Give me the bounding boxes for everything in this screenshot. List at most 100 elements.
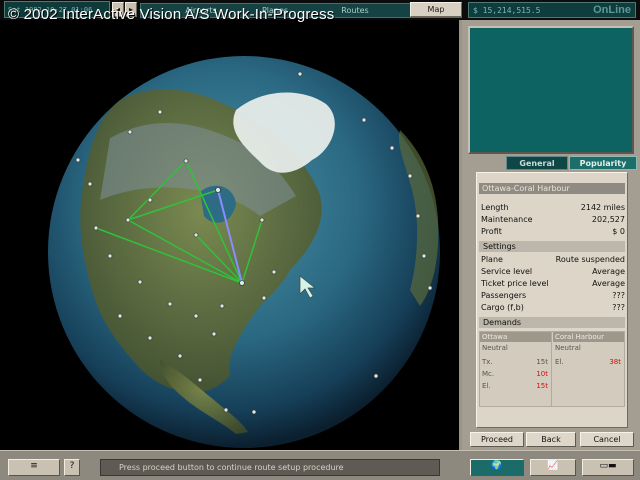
- setting-value: ???: [612, 303, 625, 312]
- chart-icon: 📈: [547, 461, 559, 471]
- help-button[interactable]: ?: [64, 459, 80, 476]
- stat-row: Profit $ 0: [481, 227, 625, 238]
- status-message: Press proceed button to continue route s…: [100, 459, 440, 476]
- demands-header: Demands: [479, 317, 625, 328]
- demand-value: 15t: [536, 382, 548, 390]
- demand-label: El.: [555, 358, 564, 366]
- airport-marker: [197, 377, 203, 383]
- demand-row: Mc. 10t: [482, 370, 548, 378]
- tab-map[interactable]: Map: [410, 2, 462, 17]
- route-panel: General Popularity Ottawa-Coral Harbour …: [462, 20, 640, 450]
- airport-marker: [259, 217, 265, 223]
- setting-row[interactable]: Service level Average: [481, 267, 625, 278]
- map-view-button[interactable]: 🌍: [470, 459, 524, 476]
- airport-marker: [147, 197, 153, 203]
- route-title: Ottawa-Coral Harbour: [479, 183, 625, 194]
- airport-marker: [87, 181, 93, 187]
- settings-header: Settings: [479, 241, 625, 252]
- airport-marker: [193, 232, 199, 238]
- demand-city: Ottawa: [480, 332, 551, 342]
- route-preview: [468, 26, 634, 154]
- airport-marker: [415, 213, 421, 219]
- demand-value: 38t: [609, 358, 621, 366]
- airport-marker: [251, 409, 257, 415]
- cash-display: $ 15,214,515.5 OnLine: [468, 2, 636, 18]
- stat-label: Length: [481, 203, 509, 212]
- plane-list-icon: ▭▬: [599, 461, 617, 471]
- demand-row: Tx. 15t: [482, 358, 548, 366]
- stat-row: Maintenance 202,527: [481, 215, 625, 226]
- setting-label: Ticket price level: [481, 279, 549, 288]
- demand-value: 10t: [536, 370, 548, 378]
- setting-value[interactable]: Route suspended: [556, 255, 625, 264]
- tab-popularity[interactable]: Popularity: [569, 156, 637, 170]
- stat-value: 202,527: [591, 215, 625, 224]
- airport-marker: [361, 117, 367, 123]
- airport-ottawa: [239, 280, 245, 286]
- airport-marker: [261, 295, 267, 301]
- airport-marker: [183, 158, 189, 164]
- airport-marker: [147, 335, 153, 341]
- airport-marker: [297, 71, 303, 77]
- stat-row: Length 2142 miles: [481, 203, 625, 214]
- demand-label: Tx.: [482, 358, 493, 366]
- demand-city: Coral Harbour: [553, 332, 624, 342]
- setting-label: Cargo (f,b): [481, 303, 524, 312]
- airport-marker: [117, 313, 123, 319]
- setting-row: Passengers ???: [481, 291, 625, 302]
- route-info-card: Ottawa-Coral Harbour Length 2142 miles M…: [476, 172, 628, 428]
- globe-canvas[interactable]: [0, 20, 462, 450]
- setting-label: Plane: [481, 255, 503, 264]
- airport-marker: [193, 313, 199, 319]
- airport-marker: [271, 269, 277, 275]
- demand-label: El.: [482, 382, 491, 390]
- setting-row[interactable]: Ticket price level Average: [481, 279, 625, 290]
- stat-label: Profit: [481, 227, 502, 236]
- stat-value: 2142 miles: [580, 203, 625, 212]
- airport-marker: [407, 173, 413, 179]
- globe-map[interactable]: 🗺 − +: [0, 20, 462, 450]
- online-indicator: OnLine: [593, 4, 631, 16]
- world-map-icon: 🌍: [491, 461, 503, 471]
- airport-marker: [223, 407, 229, 413]
- airport-marker: [75, 157, 81, 163]
- stat-label: Maintenance: [481, 215, 533, 224]
- airport-marker: [427, 285, 433, 291]
- setting-label: Service level: [481, 267, 533, 276]
- demand-row: El. 38t: [555, 358, 621, 366]
- copyright-watermark: © 2002 InterActive Vision A/S Work-In-Pr…: [8, 6, 335, 23]
- cash-amount: $ 15,214,515.5: [473, 6, 541, 15]
- demand-destination: Coral Harbour Neutral El. 38t: [553, 332, 625, 406]
- demands-table: Ottawa Neutral Tx. 15t Mc. 10t El. 15t C…: [479, 331, 625, 407]
- airport-marker: [373, 373, 379, 379]
- proceed-button[interactable]: Proceed: [470, 432, 524, 447]
- finance-view-button[interactable]: 📈: [530, 459, 576, 476]
- airport-marker: [107, 253, 113, 259]
- airport-marker: [177, 353, 183, 359]
- fleet-view-button[interactable]: ▭▬: [582, 459, 634, 476]
- airport-marker: [125, 217, 131, 223]
- airport-marker: [389, 145, 395, 151]
- sliders-icon: ≡: [30, 461, 38, 471]
- cancel-button[interactable]: Cancel: [580, 432, 634, 447]
- setting-row: Cargo (f,b) ???: [481, 303, 625, 314]
- demand-label: Mc.: [482, 370, 495, 378]
- setting-value: ???: [612, 291, 625, 300]
- setting-row[interactable]: Plane Route suspended: [481, 255, 625, 266]
- airport-marker: [211, 331, 217, 337]
- setting-label: Passengers: [481, 291, 527, 300]
- back-button[interactable]: Back: [526, 432, 576, 447]
- settings-sliders-button[interactable]: ≡: [8, 459, 60, 476]
- airport-marker: [127, 129, 133, 135]
- airport-marker: [421, 253, 427, 259]
- stat-value: $ 0: [612, 227, 625, 236]
- airport-marker: [137, 279, 143, 285]
- airport-marker: [167, 301, 173, 307]
- airport-marker: [93, 225, 99, 231]
- demand-origin: Ottawa Neutral Tx. 15t Mc. 10t El. 15t: [480, 332, 552, 406]
- demand-value: 15t: [536, 358, 548, 366]
- setting-value[interactable]: Average: [592, 279, 625, 288]
- demand-row: El. 15t: [482, 382, 548, 390]
- setting-value[interactable]: Average: [592, 267, 625, 276]
- tab-general[interactable]: General: [506, 156, 568, 170]
